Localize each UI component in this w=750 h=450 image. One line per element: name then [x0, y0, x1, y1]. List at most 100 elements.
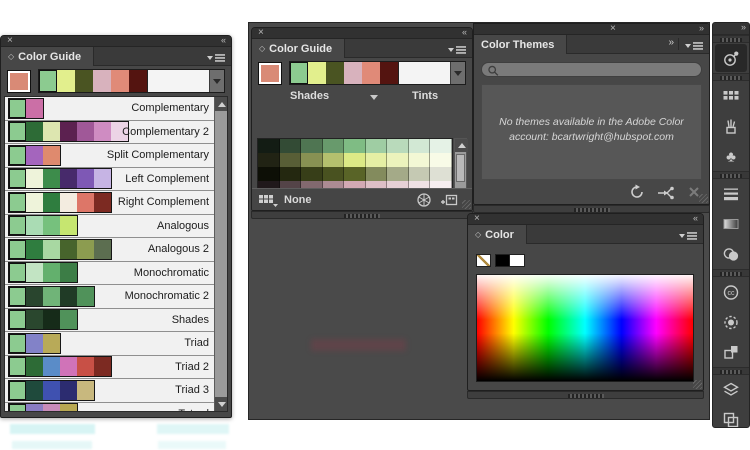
variation-swatch[interactable] — [408, 139, 431, 153]
variation-swatch[interactable] — [301, 153, 323, 167]
variation-swatch[interactable] — [430, 167, 452, 181]
variation-swatch[interactable] — [301, 167, 323, 181]
harmony-rule-row[interactable]: Triad 3 — [5, 379, 227, 403]
variation-swatch[interactable] — [344, 153, 366, 167]
close-icon[interactable]: × — [7, 36, 13, 46]
panel-menu-icon[interactable] — [684, 39, 704, 51]
variation-swatch[interactable] — [279, 167, 302, 181]
variation-swatch[interactable] — [365, 167, 388, 181]
variation-swatch[interactable] — [258, 153, 280, 167]
color-spectrum[interactable] — [476, 274, 694, 382]
dashed-circle-panel-icon[interactable] — [713, 307, 749, 337]
harmony-rule-row[interactable]: Triad — [5, 332, 227, 356]
scroll-thumb[interactable] — [456, 154, 465, 182]
tab-color-themes[interactable]: Color Themes — [474, 35, 568, 54]
expand-dock-icon[interactable]: » — [741, 23, 746, 33]
variation-swatch[interactable] — [430, 153, 452, 167]
variation-swatch[interactable] — [365, 153, 388, 167]
variation-swatch[interactable] — [322, 139, 345, 153]
close-icon[interactable]: × — [474, 214, 480, 224]
variation-swatch[interactable] — [387, 139, 409, 153]
harmony-rule-row[interactable]: Analogous 2 — [5, 238, 227, 262]
variation-swatch[interactable] — [365, 139, 388, 153]
transparency-panel-icon[interactable] — [713, 239, 749, 269]
resize-grip[interactable] — [699, 194, 708, 203]
collapse-icon[interactable]: « — [462, 28, 467, 38]
panel-menu-icon[interactable] — [206, 51, 226, 63]
dropdown-arrow-icon[interactable] — [450, 62, 465, 84]
harmony-rule-row[interactable]: Analogous — [5, 214, 227, 238]
scroll-down-icon[interactable] — [215, 397, 227, 411]
brushes-panel-icon[interactable] — [713, 111, 749, 141]
harmony-rule-row[interactable]: Triad 2 — [5, 355, 227, 379]
group-swatch[interactable] — [326, 62, 344, 84]
resize-grip[interactable] — [462, 200, 471, 209]
cc-libraries-panel-icon[interactable]: cc — [713, 277, 749, 307]
panel-drag-bar[interactable] — [467, 391, 704, 399]
dock-grip[interactable] — [713, 35, 749, 43]
group-swatch[interactable] — [75, 70, 93, 92]
harmony-rule-row[interactable]: Monochromatic — [5, 261, 227, 285]
tab-color-guide[interactable]: ◇ Color Guide — [1, 47, 95, 66]
collapse-icon[interactable]: » — [699, 24, 704, 34]
edit-colors-icon[interactable] — [416, 192, 432, 210]
tab-color[interactable]: ◇ Color — [468, 225, 527, 244]
variation-swatch[interactable] — [430, 139, 452, 153]
group-swatch[interactable] — [308, 62, 326, 84]
panel-drag-bar[interactable] — [251, 211, 473, 219]
explore-themes-icon[interactable] — [657, 184, 675, 200]
black-swatch[interactable] — [495, 254, 510, 267]
swatch-library-menu-icon[interactable] — [258, 193, 278, 207]
panel-menu-icon[interactable] — [447, 43, 467, 55]
scroll-up-icon[interactable] — [215, 97, 227, 111]
variation-swatch[interactable] — [408, 153, 431, 167]
white-swatch[interactable] — [510, 254, 525, 267]
variation-swatch[interactable] — [258, 139, 280, 153]
group-swatch[interactable] — [344, 62, 362, 84]
dock-grip[interactable] — [713, 171, 749, 179]
close-icon[interactable]: × — [610, 24, 616, 34]
dropdown-arrow-icon[interactable] — [209, 70, 224, 92]
panel-cycle-icon[interactable]: ◇ — [8, 52, 14, 61]
harmony-rule-row[interactable]: Left Complement — [5, 167, 227, 191]
panel-drag-bar[interactable] — [473, 205, 710, 213]
artboards-panel-icon[interactable] — [713, 405, 749, 427]
tab-color-guide[interactable]: ◇ Color Guide — [252, 39, 346, 58]
variation-swatch[interactable] — [301, 139, 323, 153]
save-to-swatches-icon[interactable] — [440, 192, 458, 210]
variation-swatch[interactable] — [344, 167, 366, 181]
panel-cycle-icon[interactable]: ◇ — [259, 44, 265, 53]
list-scrollbar[interactable] — [214, 97, 227, 411]
variation-swatch[interactable] — [322, 153, 345, 167]
base-color-swatch[interactable] — [258, 61, 282, 85]
harmony-rules-dropdown[interactable] — [289, 61, 466, 85]
group-swatch[interactable] — [129, 70, 147, 92]
variation-swatch[interactable] — [279, 139, 302, 153]
scroll-up-icon[interactable] — [455, 139, 468, 152]
variation-swatch[interactable] — [387, 153, 409, 167]
layers-panel-icon[interactable] — [713, 375, 749, 405]
asset-export-panel-icon[interactable] — [713, 337, 749, 367]
harmony-rule-row[interactable]: Complementary 2 — [5, 120, 227, 144]
group-swatch[interactable] — [39, 70, 57, 92]
harmony-rule-row[interactable]: Split Complementary — [5, 144, 227, 168]
variation-swatch[interactable] — [408, 167, 431, 181]
resize-grip[interactable] — [693, 380, 702, 389]
variation-swatch[interactable] — [322, 167, 345, 181]
group-swatch[interactable] — [57, 70, 75, 92]
color-guide-panel-icon[interactable] — [715, 44, 747, 72]
expand-icon[interactable]: » — [668, 37, 673, 48]
stroke-panel-icon[interactable] — [713, 179, 749, 209]
close-icon[interactable]: × — [258, 28, 264, 38]
harmony-rules-dropdown[interactable] — [38, 69, 225, 93]
symbols-panel-icon[interactable]: ♣ — [713, 141, 749, 171]
variation-swatch[interactable] — [258, 167, 280, 181]
variation-swatch[interactable] — [344, 139, 366, 153]
harmony-rule-row[interactable]: Monochromatic 2 — [5, 285, 227, 309]
group-swatch[interactable] — [111, 70, 129, 92]
harmony-rule-row[interactable]: Complementary — [5, 97, 227, 121]
panel-menu-icon[interactable] — [678, 229, 698, 241]
harmony-rule-row[interactable]: Tetrad — [5, 402, 227, 411]
none-swatch[interactable] — [476, 254, 491, 267]
group-swatch[interactable] — [380, 62, 398, 84]
